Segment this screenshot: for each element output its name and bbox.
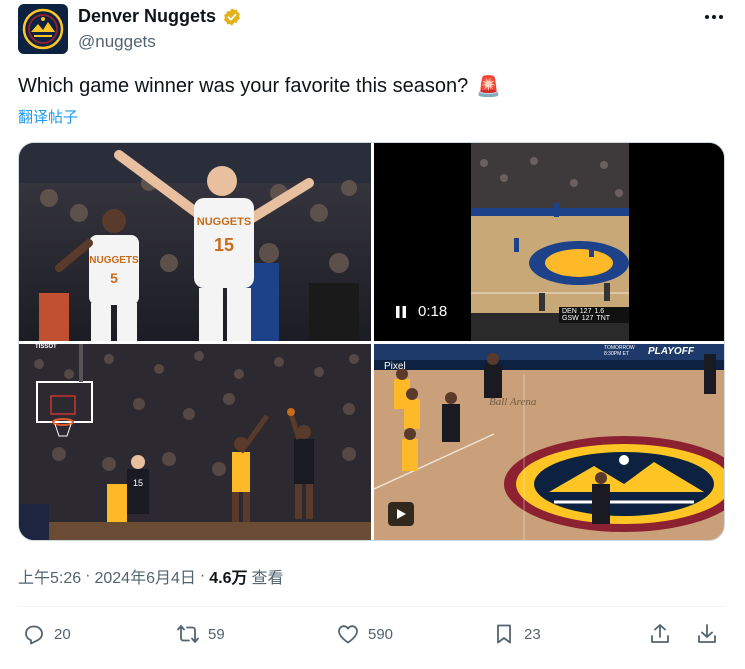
action-bar: 20 59 590 23 <box>18 622 725 652</box>
shot-photo: 15 <box>19 344 371 540</box>
svg-text:15: 15 <box>133 478 143 488</box>
video-play-button[interactable] <box>388 502 414 526</box>
bookmark-button[interactable]: 23 <box>492 622 541 646</box>
display-name[interactable]: Denver Nuggets <box>78 6 216 27</box>
playoff-banner: TOMORROW 8:30PM ET PLAYOFF <box>604 345 694 357</box>
views-count: 4.6万 <box>209 570 248 587</box>
divider <box>18 606 725 607</box>
scoreboard-score1: 127 <box>579 308 592 315</box>
media-grid: NUGGETS 5 NUGGETS 15 DEN 127 1.6 GSW 127… <box>18 142 725 541</box>
translate-post-link[interactable]: 翻译帖子 <box>18 106 78 127</box>
post-time[interactable]: 上午5:26 <box>18 564 81 588</box>
tweet-body: Which game winner was your favorite this… <box>18 75 469 97</box>
tweet-text: Which game winner was your favorite this… <box>18 74 501 99</box>
playoff-banner-sub: TOMORROW 8:30PM ET <box>604 345 635 357</box>
court-video-frame <box>374 344 724 540</box>
media-video-2[interactable]: Pixel TOMORROW 8:30PM ET PLAYOFF Ball Ar… <box>374 344 724 540</box>
reply-button[interactable]: 20 <box>22 622 71 646</box>
media-photo-shot[interactable]: 15 TISSOT <box>19 344 371 540</box>
play-icon <box>397 509 406 519</box>
scoreboard-team1: DEN <box>562 308 577 315</box>
video-duration: 0:18 <box>418 303 448 320</box>
share-icon <box>651 624 669 643</box>
media-photo-celebration[interactable]: NUGGETS 5 NUGGETS 15 <box>19 143 371 341</box>
svg-text:15: 15 <box>214 235 234 255</box>
scoreboard-network: TNT <box>596 315 611 322</box>
bookmark-icon <box>497 624 511 644</box>
pause-icon[interactable] <box>394 305 408 319</box>
more-options-button[interactable] <box>700 6 728 28</box>
tissot-watermark: TISSOT <box>35 344 57 350</box>
scoreboard-time: 1.6 <box>594 308 605 315</box>
like-count: 590 <box>368 625 394 643</box>
avatar[interactable] <box>18 4 68 54</box>
scoreboard: DEN 127 1.6 GSW 127 TNT <box>559 307 629 323</box>
more-dots-icon <box>705 15 723 19</box>
verified-badge-icon <box>224 7 240 26</box>
celebration-photo: NUGGETS 5 NUGGETS 15 <box>19 143 371 341</box>
svg-text:NUGGETS: NUGGETS <box>197 216 251 228</box>
like-button[interactable]: 590 <box>336 622 393 646</box>
author-handle[interactable]: @nuggets <box>78 32 156 52</box>
playoff-banner-title: PLAYOFF <box>648 345 694 357</box>
floor-text: Ball Arena <box>489 396 537 408</box>
bookmark-count: 23 <box>524 625 541 643</box>
dot-separator: · <box>85 567 91 584</box>
scoreboard-score2: 127 <box>581 315 594 322</box>
views-label: 查看 <box>251 570 284 587</box>
nuggets-logo-icon <box>22 8 64 50</box>
timestamp-row: 上午5:26 · 2024年6月4日 · 4.6万 查看 <box>18 564 283 588</box>
siren-emoji: 🚨 <box>476 76 502 98</box>
share-button[interactable] <box>648 622 672 646</box>
svg-text:NUGGETS: NUGGETS <box>89 255 139 266</box>
author-name-row: Denver Nuggets <box>78 6 242 27</box>
repost-count: 59 <box>208 625 225 643</box>
media-video[interactable]: DEN 127 1.6 GSW 127 TNT 0:18 <box>374 143 724 341</box>
repost-button[interactable]: 59 <box>176 622 225 646</box>
scoreboard-team2: GSW <box>562 315 579 322</box>
download-icon <box>698 624 716 643</box>
heart-icon <box>338 625 358 644</box>
svg-text:5: 5 <box>110 270 118 286</box>
pixel-ad: Pixel <box>384 361 406 372</box>
post-date[interactable]: 2024年6月4日 <box>94 564 195 588</box>
dot-separator-2: · <box>199 567 206 584</box>
video-controls: 0:18 <box>394 303 447 320</box>
repost-icon <box>177 625 199 643</box>
reply-count: 20 <box>54 625 71 643</box>
reply-icon <box>25 625 43 645</box>
download-button[interactable] <box>695 622 719 646</box>
